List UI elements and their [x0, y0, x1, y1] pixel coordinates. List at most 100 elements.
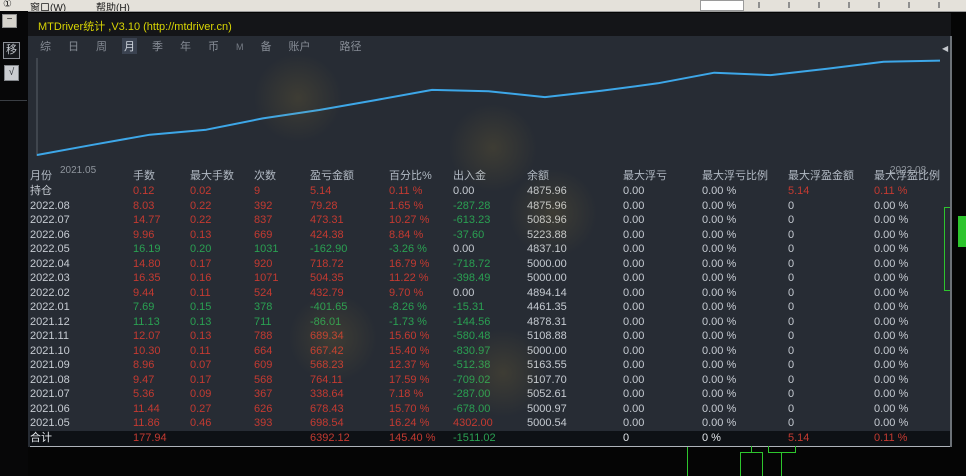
table-row[interactable]: 2021.0611.440.27626678.4315.70 %-678.005…	[30, 402, 950, 417]
table-cell: 0.00	[453, 184, 527, 199]
table-cell: -709.02	[453, 373, 527, 388]
table-cell: 0.00 %	[874, 358, 950, 373]
scrollbar[interactable]	[950, 36, 952, 447]
equity-line	[37, 61, 940, 155]
table-cell: 0.00 %	[702, 300, 788, 315]
table-cell: 0.00 %	[702, 416, 788, 431]
column-header[interactable]: 次数	[254, 168, 310, 184]
tab-year[interactable]: 年	[178, 38, 193, 54]
table-row[interactable]: 2021.089.470.17568764.1117.59 %-709.0251…	[30, 373, 950, 388]
table-cell: 5000.54	[527, 416, 623, 431]
table-row[interactable]: 2021.0511.860.46393698.5416.24 %4302.005…	[30, 416, 950, 431]
toolbar-icon[interactable]	[938, 2, 940, 8]
table-row[interactable]: 2022.0316.350.161071504.3511.22 %-398.49…	[30, 271, 950, 286]
table-cell: -86.01	[310, 315, 389, 330]
toolbar-input-box[interactable]	[700, 0, 744, 11]
table-header-row: 月份手数最大手数次数盈亏金额百分比%出入金余额最大浮亏最大浮亏比例最大浮盈金额最…	[30, 168, 950, 184]
table-cell: 0.17	[190, 257, 254, 272]
tab-week[interactable]: 周	[94, 38, 109, 54]
table-body: 持仓0.120.0295.140.11 %0.004875.960.000.00…	[30, 184, 950, 447]
table-cell: 16.79 %	[389, 257, 453, 272]
table-cell: 0.11	[190, 344, 254, 359]
table-cell: 0	[788, 358, 874, 373]
menubar-fragment: ①	[3, 0, 12, 10]
menubar-item-help[interactable]: 帮助(H)	[96, 0, 130, 12]
table-cell: 11.86	[133, 416, 190, 431]
table-cell: -287.28	[453, 199, 527, 214]
tab-day[interactable]: 日	[66, 38, 81, 54]
table-row[interactable]: 2022.029.440.11524432.799.70 %0.004894.1…	[30, 286, 950, 301]
table-cell: 4302.00	[453, 416, 527, 431]
tab-month[interactable]: 月	[122, 38, 137, 54]
toolbar-icon[interactable]	[848, 2, 850, 8]
table-row[interactable]: 2021.098.960.07609568.2312.37 %-512.3851…	[30, 358, 950, 373]
table-cell: 177.94	[133, 431, 190, 446]
table-cell: 711	[254, 315, 310, 330]
check-tool-button[interactable]: √	[4, 65, 19, 81]
table-cell: 0.00 %	[702, 329, 788, 344]
table-cell: 5000.00	[527, 257, 623, 272]
column-header[interactable]: 最大手数	[190, 168, 254, 184]
table-cell: 689.34	[310, 329, 389, 344]
toolbar-icon[interactable]	[758, 2, 760, 8]
table-cell: 12.07	[133, 329, 190, 344]
tab-summary[interactable]: 综	[38, 38, 53, 54]
table-cell: 678.43	[310, 402, 389, 417]
minimize-button[interactable]: −	[2, 14, 17, 28]
toolbar-icon[interactable]	[908, 2, 910, 8]
table-cell: 15.40 %	[389, 344, 453, 359]
column-header[interactable]: 月份	[30, 168, 133, 184]
table-row[interactable]: 2021.1112.070.13788689.3415.60 %-580.485…	[30, 329, 950, 344]
table-row[interactable]: 2022.0516.190.201031-162.90-3.26 %0.0048…	[30, 242, 950, 257]
table-cell	[190, 431, 254, 446]
column-header[interactable]: 最大浮亏比例	[702, 168, 788, 184]
table-cell: 4875.96	[527, 184, 623, 199]
column-header[interactable]: 盈亏金额	[310, 168, 389, 184]
column-header[interactable]: 最大浮盈金额	[788, 168, 874, 184]
tab-path[interactable]: 路径	[338, 38, 364, 54]
column-header[interactable]: 最大浮盈比例	[874, 168, 950, 184]
tab-quarter[interactable]: 季	[150, 38, 165, 54]
stats-panel: 综日周月季年币 M 备账户 路径 2021.05 2022.08 月份手数最大手数次数…	[28, 36, 951, 447]
tab-backup[interactable]: 备	[259, 38, 274, 54]
annotation-line	[768, 452, 796, 453]
tab-m[interactable]: M	[234, 42, 246, 52]
toolbar-icon[interactable]	[878, 2, 880, 8]
move-tool-button[interactable]: 移	[3, 42, 20, 59]
table-cell: -162.90	[310, 242, 389, 257]
table-row[interactable]: 2021.1010.300.11664667.4215.40 %-830.975…	[30, 344, 950, 359]
column-header[interactable]: 余额	[527, 168, 623, 184]
table-cell: 0.12	[133, 184, 190, 199]
column-header[interactable]: 出入金	[453, 168, 527, 184]
total-row[interactable]: 合计177.946392.12145.40 %-1511.0200 %5.140…	[30, 431, 950, 447]
column-header[interactable]: 手数	[133, 168, 190, 184]
row-label: 2022.05	[30, 242, 133, 257]
table-row[interactable]: 2022.069.960.13669424.388.84 %-37.605223…	[30, 228, 950, 243]
title-bar: MTDriver统计 ,V3.10 (http://mtdriver.cn)	[28, 13, 951, 36]
table-cell: 0.13	[190, 329, 254, 344]
tab-account[interactable]: 账户	[287, 38, 313, 54]
toolbar-icon[interactable]	[788, 2, 790, 8]
tab-currency[interactable]: 币	[206, 38, 221, 54]
table-row[interactable]: 2022.0414.800.17920718.7216.79 %-718.725…	[30, 257, 950, 272]
column-header[interactable]: 最大浮亏	[623, 168, 702, 184]
table-row[interactable]: 2022.017.690.15378-401.65-8.26 %-15.3144…	[30, 300, 950, 315]
table-row[interactable]: 2022.0714.770.22837473.3110.27 %-613.235…	[30, 213, 950, 228]
equity-chart-svg	[30, 55, 949, 161]
table-cell: 0.00 %	[874, 329, 950, 344]
column-header[interactable]: 百分比%	[389, 168, 453, 184]
scroll-arrow-icon[interactable]: ◀	[942, 44, 948, 53]
table-row[interactable]: 2022.088.030.2239279.281.65 %-287.284875…	[30, 199, 950, 214]
toolbar-icon[interactable]	[818, 2, 820, 8]
equity-chart: 2021.05 2022.08	[30, 55, 949, 163]
table-row[interactable]: 持仓0.120.0295.140.11 %0.004875.960.000.00…	[30, 184, 950, 199]
row-label: 2022.03	[30, 271, 133, 286]
window-title: MTDriver统计 ,V3.10 (http://mtdriver.cn)	[38, 18, 232, 34]
table-row[interactable]: 2021.1211.130.13711-86.01-1.73 %-144.564…	[30, 315, 950, 330]
table-row[interactable]: 2021.075.360.09367338.647.18 %-287.00505…	[30, 387, 950, 402]
table-cell: 0.00 %	[702, 358, 788, 373]
table-cell: 0.00 %	[702, 242, 788, 257]
table-cell: 504.35	[310, 271, 389, 286]
menubar-item-window[interactable]: 窗口(W)	[30, 0, 66, 12]
annotation-line	[762, 452, 763, 476]
